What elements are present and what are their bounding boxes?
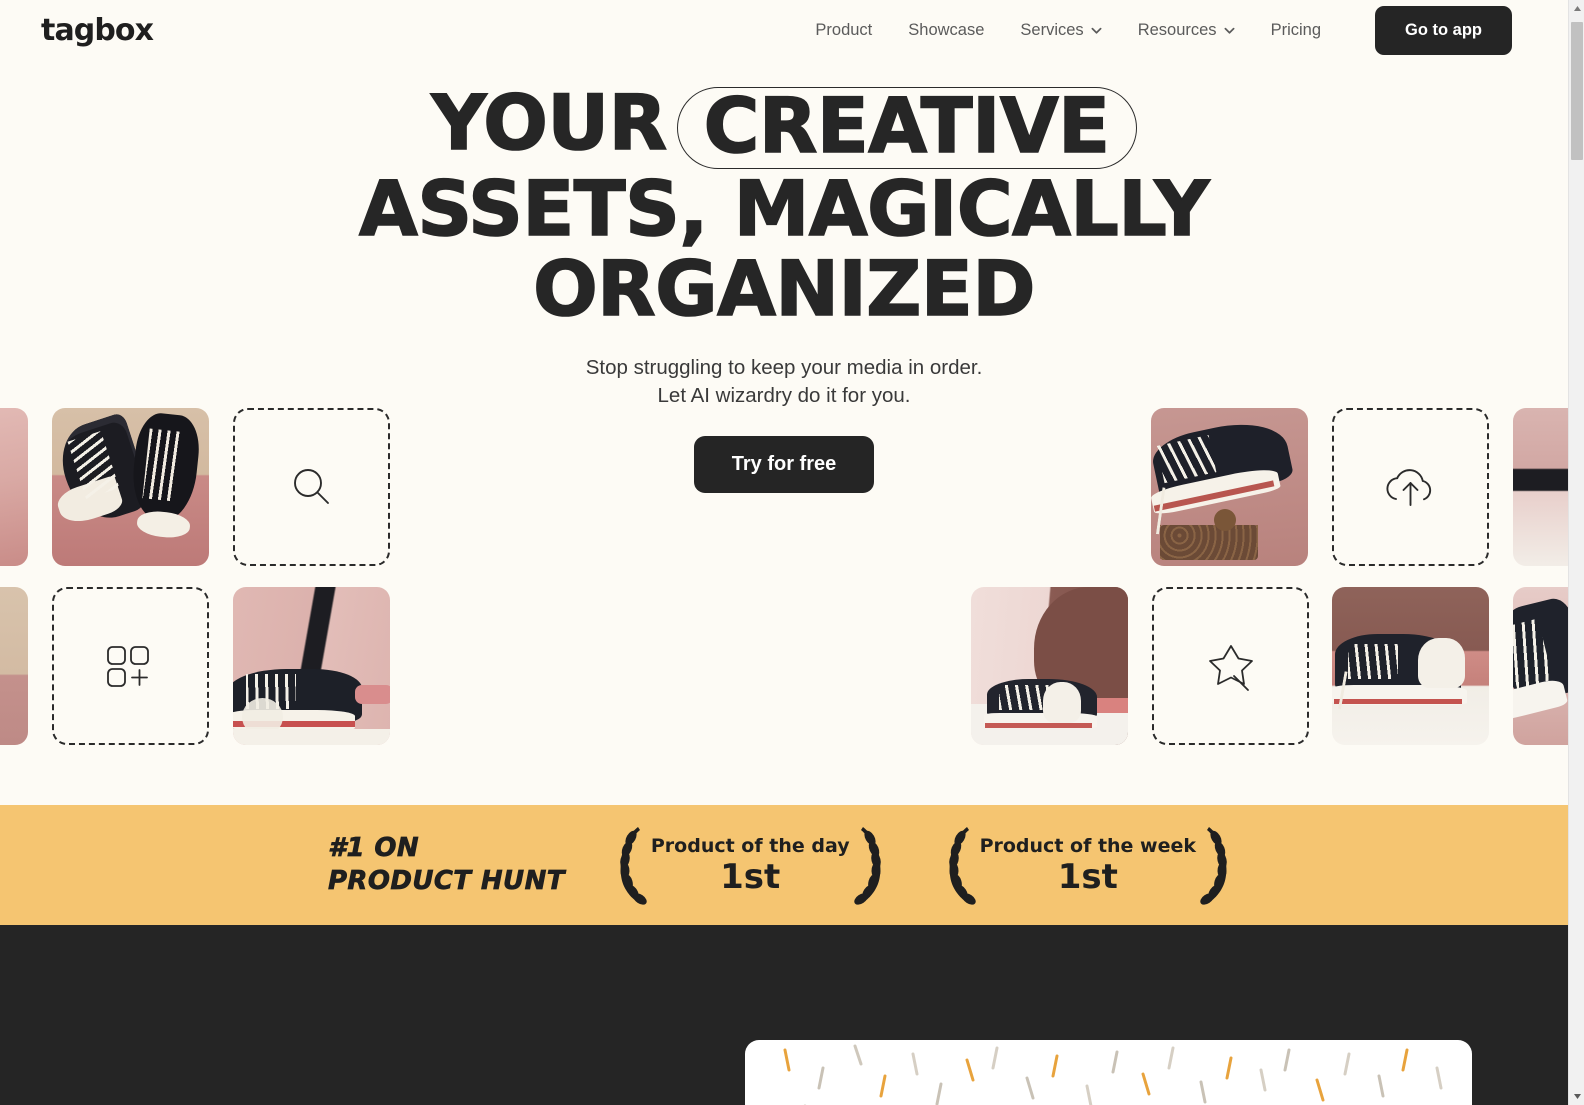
nav-item-showcase-label: Showcase — [908, 21, 985, 39]
nav-item-services[interactable]: Services — [1002, 15, 1119, 46]
product-hunt-rank-text: #1 ON PRODUCT HUNT — [328, 832, 565, 898]
page-scrollbar[interactable] — [1568, 0, 1584, 1105]
badge-week-rank: 1st — [1057, 856, 1118, 897]
badge-day-rank: 1st — [720, 856, 781, 897]
chevron-down-icon — [1224, 25, 1235, 36]
nav-item-resources[interactable]: Resources — [1120, 15, 1253, 46]
nav-item-pricing-label: Pricing — [1270, 21, 1321, 39]
feature-preview-card — [745, 1040, 1472, 1105]
confetti-decoration — [783, 1044, 1443, 1105]
scroll-up-arrow-icon[interactable] — [1569, 0, 1584, 17]
ph-rank-line-1: #1 ON — [327, 833, 420, 864]
hero-subtitle: Stop struggling to keep your media in or… — [0, 354, 1568, 410]
brand-logo[interactable]: tagbox — [41, 13, 154, 48]
nav-item-product[interactable]: Product — [797, 15, 890, 46]
try-for-free-button[interactable]: Try for free — [693, 436, 875, 493]
scrollbar-thumb[interactable] — [1571, 22, 1583, 160]
hero-subtitle-line-2: Let AI wizardry do it for you. — [657, 384, 911, 407]
laurel-wreath-icon — [936, 823, 976, 907]
product-hunt-banner: #1 ON PRODUCT HUNT Product of the day 1s… — [0, 805, 1568, 925]
badge-week-text: Product of the week 1st — [976, 835, 1200, 896]
grid-plus-icon — [104, 642, 158, 690]
gallery-photo — [0, 587, 28, 745]
gallery-placeholder-auto-tag[interactable] — [1152, 587, 1309, 745]
hero-section: YOUR CREATIVE ASSETS, MAGICALLY ORGANIZED… — [0, 61, 1568, 493]
gallery-photo — [1332, 587, 1489, 745]
scroll-down-arrow-icon[interactable] — [1569, 1088, 1584, 1105]
hero-subtitle-line-1: Stop struggling to keep your media in or… — [585, 356, 983, 379]
laurel-wreath-icon — [607, 823, 647, 907]
magic-wand-star-icon — [1202, 639, 1260, 693]
chevron-down-icon — [1091, 25, 1102, 36]
badge-day-title: Product of the day — [650, 834, 850, 857]
top-navigation-bar: tagbox Product Showcase Services Resourc… — [0, 0, 1568, 61]
go-to-app-button[interactable]: Go to app — [1375, 6, 1512, 55]
nav-item-showcase[interactable]: Showcase — [890, 15, 1002, 46]
badge-product-of-the-week: Product of the week 1st — [936, 823, 1240, 907]
headline-word-your: YOUR — [431, 78, 668, 167]
gallery-photo — [233, 587, 390, 745]
gallery-placeholder-add-collection[interactable] — [52, 587, 209, 745]
page-title: YOUR CREATIVE ASSETS, MAGICALLY ORGANIZED — [0, 61, 1568, 333]
nav-item-product-label: Product — [815, 21, 873, 39]
gallery-photo — [971, 587, 1128, 745]
badge-product-of-the-day: Product of the day 1st — [607, 823, 894, 907]
headline-line-2: ASSETS, MAGICALLY — [358, 164, 1210, 253]
nav-links-group: Product Showcase Services Resources Pric… — [797, 6, 1568, 55]
badge-day-text: Product of the day 1st — [647, 835, 854, 896]
nav-item-pricing[interactable]: Pricing — [1253, 15, 1339, 46]
laurel-wreath-icon — [853, 823, 894, 907]
headline-pill-creative: CREATIVE — [676, 87, 1137, 169]
gallery-photo — [1513, 587, 1568, 745]
badge-week-title: Product of the week — [979, 834, 1197, 857]
nav-item-resources-label: Resources — [1137, 21, 1217, 39]
headline-line-1: YOUR CREATIVE — [0, 82, 1568, 169]
ph-rank-line-2: PRODUCT HUNT — [327, 866, 565, 897]
laurel-wreath-icon — [1200, 823, 1240, 907]
dark-section — [0, 925, 1568, 1105]
nav-item-services-label: Services — [1020, 21, 1084, 39]
headline-line-3: ORGANIZED — [532, 244, 1036, 333]
browser-viewport: tagbox Product Showcase Services Resourc… — [0, 0, 1568, 1105]
